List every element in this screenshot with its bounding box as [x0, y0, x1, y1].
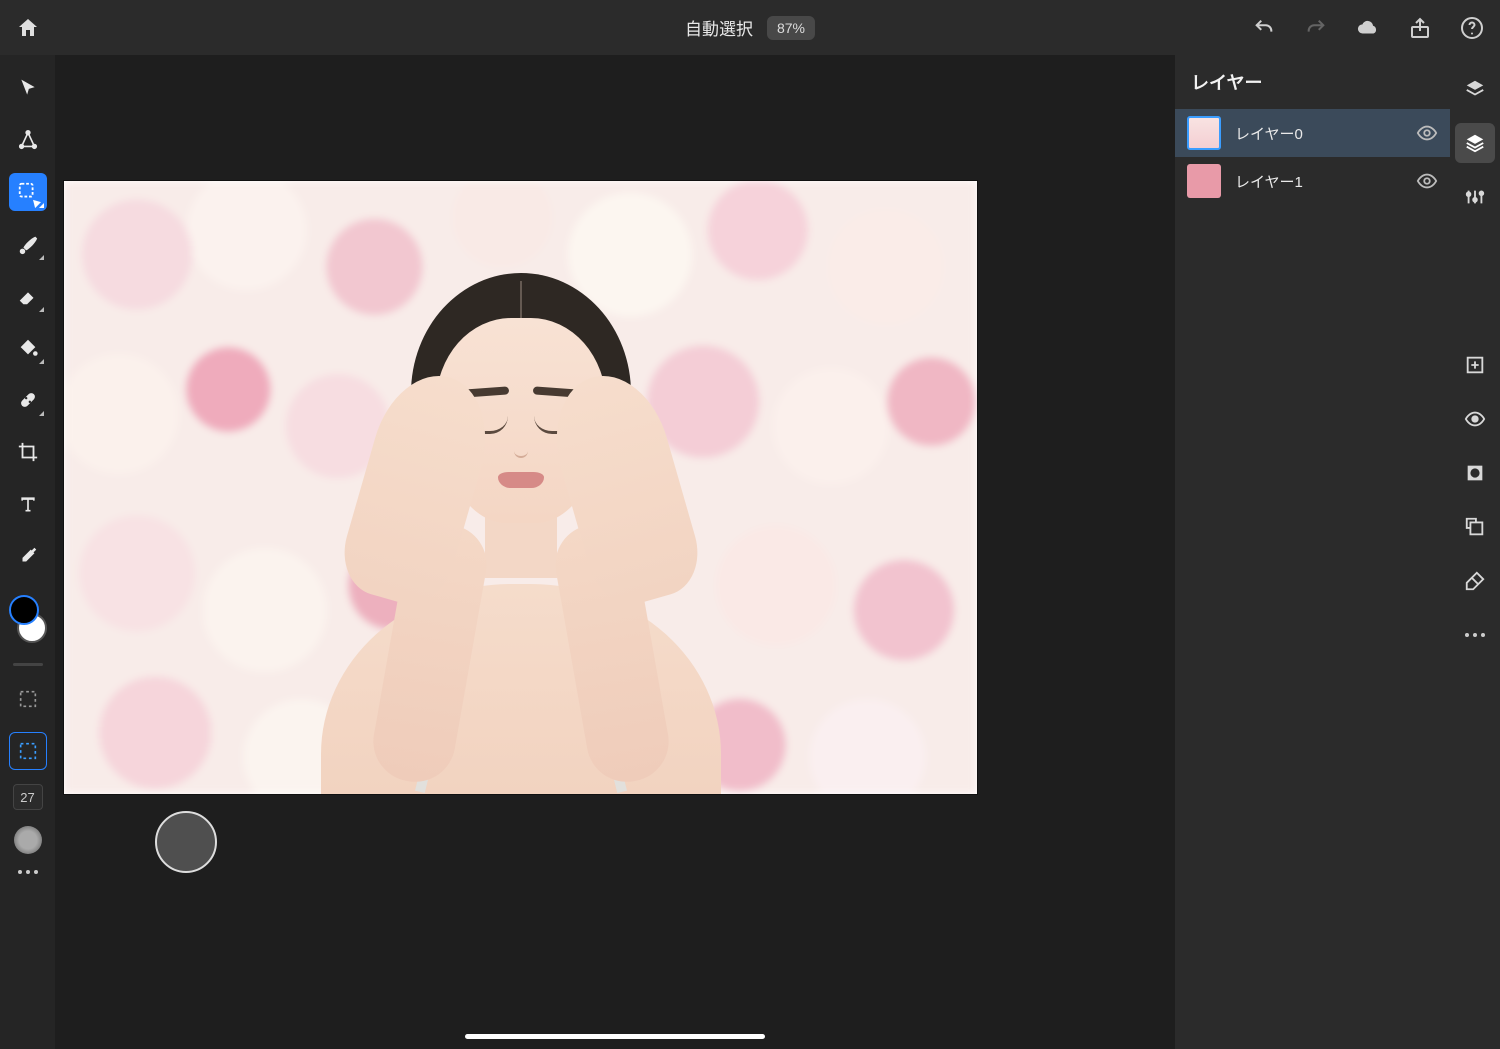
layers-panel-title: レイヤー	[1175, 55, 1450, 109]
visibility-toggle-icon[interactable]	[1416, 170, 1438, 192]
layer-row[interactable]: レイヤー1	[1175, 157, 1450, 205]
help-icon[interactable]	[1460, 16, 1484, 40]
color-swatches[interactable]	[7, 595, 49, 643]
canvas-area[interactable]	[55, 55, 1175, 1049]
home-indicator[interactable]	[465, 1034, 765, 1039]
layer-thumbnail[interactable]	[1187, 164, 1221, 198]
brush-preview-icon[interactable]	[14, 826, 42, 854]
zoom-level-badge[interactable]: 87%	[767, 16, 815, 40]
panels-toggle-icon[interactable]	[1455, 69, 1495, 109]
cloud-icon[interactable]	[1356, 16, 1380, 40]
move-tool[interactable]	[9, 69, 47, 107]
canvas[interactable]	[63, 180, 978, 795]
tool-divider	[13, 663, 43, 666]
home-icon[interactable]	[16, 16, 40, 40]
eraser-tool[interactable]	[9, 277, 47, 315]
add-layer-icon[interactable]	[1455, 345, 1495, 385]
adjustments-icon[interactable]	[1455, 177, 1495, 217]
text-tool[interactable]	[9, 485, 47, 523]
document-title: 自動選択	[685, 15, 753, 40]
undo-icon[interactable]	[1252, 16, 1276, 40]
left-toolbar: 27	[0, 55, 55, 1049]
auto-select-tool[interactable]	[9, 173, 47, 211]
more-tools-icon[interactable]	[18, 870, 38, 874]
visibility-toggle-icon[interactable]	[1416, 122, 1438, 144]
redo-icon[interactable]	[1304, 16, 1328, 40]
healing-tool[interactable]	[9, 381, 47, 419]
layer-row[interactable]: レイヤー0	[1175, 109, 1450, 157]
clip-icon[interactable]	[1455, 507, 1495, 547]
layer-thumbnail[interactable]	[1187, 116, 1221, 150]
visibility-icon[interactable]	[1455, 399, 1495, 439]
layers-panel-icon[interactable]	[1455, 123, 1495, 163]
transform-tool[interactable]	[9, 121, 47, 159]
layers-panel: レイヤー レイヤー0 レイヤー1	[1175, 55, 1450, 1049]
selection-subtract-tool[interactable]	[9, 732, 47, 770]
right-rail	[1450, 55, 1500, 1049]
canvas-image	[64, 181, 977, 794]
layer-name-label: レイヤー0	[1235, 123, 1402, 144]
touch-control-handle[interactable]	[155, 811, 217, 873]
eyedropper-tool[interactable]	[9, 537, 47, 575]
fill-tool[interactable]	[9, 329, 47, 367]
brush-tool[interactable]	[9, 225, 47, 263]
selection-add-tool[interactable]	[9, 680, 47, 718]
mask-icon[interactable]	[1455, 453, 1495, 493]
brush-size-value[interactable]: 27	[13, 784, 43, 810]
layer-name-label: レイヤー1	[1235, 171, 1402, 192]
crop-tool[interactable]	[9, 433, 47, 471]
more-options-icon[interactable]	[1455, 615, 1495, 655]
clear-icon[interactable]	[1455, 561, 1495, 601]
share-icon[interactable]	[1408, 16, 1432, 40]
top-toolbar: 自動選択 87%	[0, 0, 1500, 55]
foreground-color-swatch[interactable]	[9, 595, 39, 625]
